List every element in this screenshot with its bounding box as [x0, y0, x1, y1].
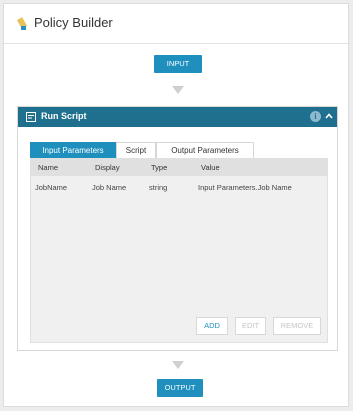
column-header-type[interactable]: Type — [151, 159, 167, 176]
flow-arrow-down-icon — [172, 86, 184, 94]
page-header: Policy Builder — [4, 4, 348, 44]
policy-builder-panel: Policy Builder INPUT Run Script i Input … — [3, 3, 349, 407]
cell-name: JobName — [35, 183, 68, 192]
chevron-up-icon[interactable] — [324, 111, 334, 121]
table-row[interactable]: JobName Job Name string Input Parameters… — [31, 179, 327, 196]
input-node-button[interactable]: INPUT — [154, 55, 202, 73]
output-node-button[interactable]: OUTPUT — [157, 379, 203, 397]
column-header-value[interactable]: Value — [201, 159, 220, 176]
page-title: Policy Builder — [34, 15, 113, 30]
run-script-title: Run Script — [41, 111, 87, 121]
cell-value: Input Parameters.Job Name — [198, 183, 292, 192]
tab-script[interactable]: Script — [116, 142, 156, 158]
column-header-name[interactable]: Name — [38, 159, 58, 176]
run-script-header[interactable]: Run Script i — [18, 107, 337, 127]
run-script-step: Run Script i Input Parameters Script Out… — [17, 106, 338, 351]
script-icon — [26, 112, 36, 122]
tab-output-parameters[interactable]: Output Parameters — [156, 142, 254, 158]
cell-display: Job Name — [92, 183, 127, 192]
table-header: Name Display Type Value — [31, 159, 327, 176]
policy-builder-icon — [16, 17, 28, 30]
info-icon[interactable]: i — [310, 111, 321, 122]
flow-arrow-down-icon — [172, 361, 184, 369]
edit-button[interactable]: EDIT — [235, 317, 266, 335]
input-parameters-table: Name Display Type Value JobName Job Name… — [30, 158, 328, 343]
tab-input-parameters[interactable]: Input Parameters — [30, 142, 116, 158]
add-button[interactable]: ADD — [196, 317, 228, 335]
cell-type: string — [149, 183, 168, 192]
remove-button[interactable]: REMOVE — [273, 317, 321, 335]
column-header-display[interactable]: Display — [95, 159, 120, 176]
